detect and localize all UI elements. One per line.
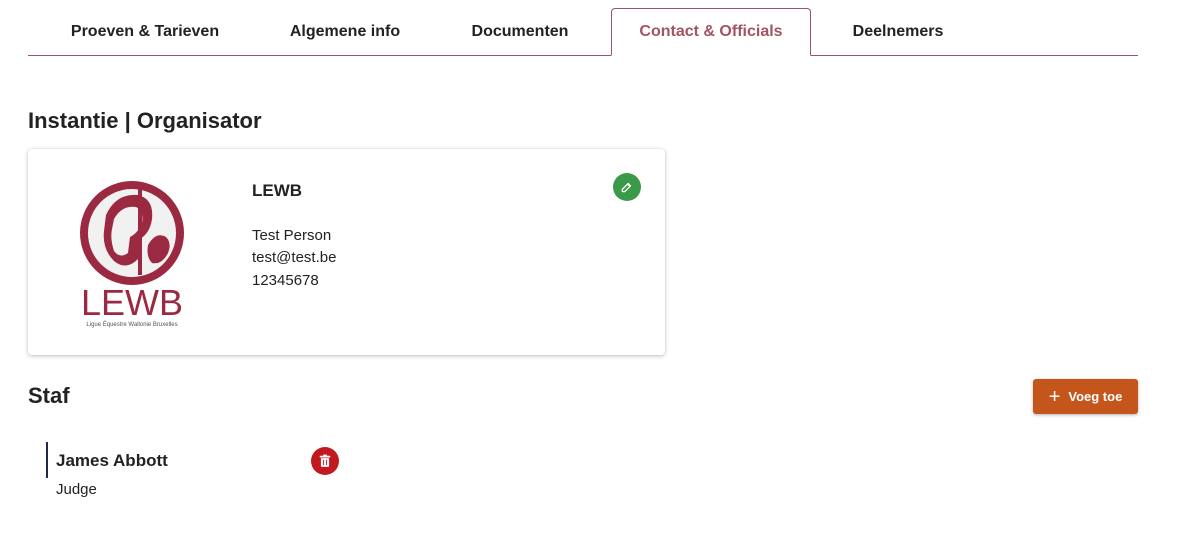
staff-member-role: Judge bbox=[56, 481, 97, 498]
organizer-phone: 12345678 bbox=[252, 272, 319, 289]
logo-text: LEWB bbox=[81, 282, 183, 323]
tab-bar: Proeven & Tarieven Algemene info Documen… bbox=[28, 8, 1138, 56]
tab-algemene-info[interactable]: Algemene info bbox=[250, 8, 440, 56]
tab-proeven-tarieven[interactable]: Proeven & Tarieven bbox=[50, 8, 240, 56]
organizer-contact-person: Test Person bbox=[252, 227, 332, 244]
staff-section-title: Staf bbox=[28, 383, 70, 408]
logo-subtext: Ligue Équestre Wallonie Bruxelles bbox=[86, 321, 177, 328]
edit-organizer-button[interactable] bbox=[613, 173, 641, 201]
staff-member-item bbox=[46, 442, 56, 478]
edit-icon bbox=[621, 182, 632, 193]
organizer-card: LEWB Ligue Équestre Wallonie Bruxelles L… bbox=[28, 149, 665, 355]
tab-documenten[interactable]: Documenten bbox=[425, 8, 615, 56]
organizer-email: test@test.be bbox=[252, 249, 337, 266]
organizer-logo: LEWB Ligue Équestre Wallonie Bruxelles bbox=[76, 175, 192, 329]
trash-icon bbox=[319, 454, 331, 467]
staff-member-name: James Abbott bbox=[56, 451, 168, 470]
plus-icon: + bbox=[1048, 385, 1061, 408]
organizer-name: LEWB bbox=[252, 181, 303, 200]
organizer-section-title: Instantie | Organisator bbox=[28, 108, 262, 133]
delete-staff-button[interactable] bbox=[311, 447, 339, 475]
tab-deelnemers[interactable]: Deelnemers bbox=[803, 8, 993, 56]
tab-contact-officials[interactable]: Contact & Officials bbox=[611, 8, 811, 56]
add-staff-label: Voeg toe bbox=[1068, 389, 1123, 404]
add-staff-button[interactable]: + Voeg toe bbox=[1033, 379, 1138, 414]
